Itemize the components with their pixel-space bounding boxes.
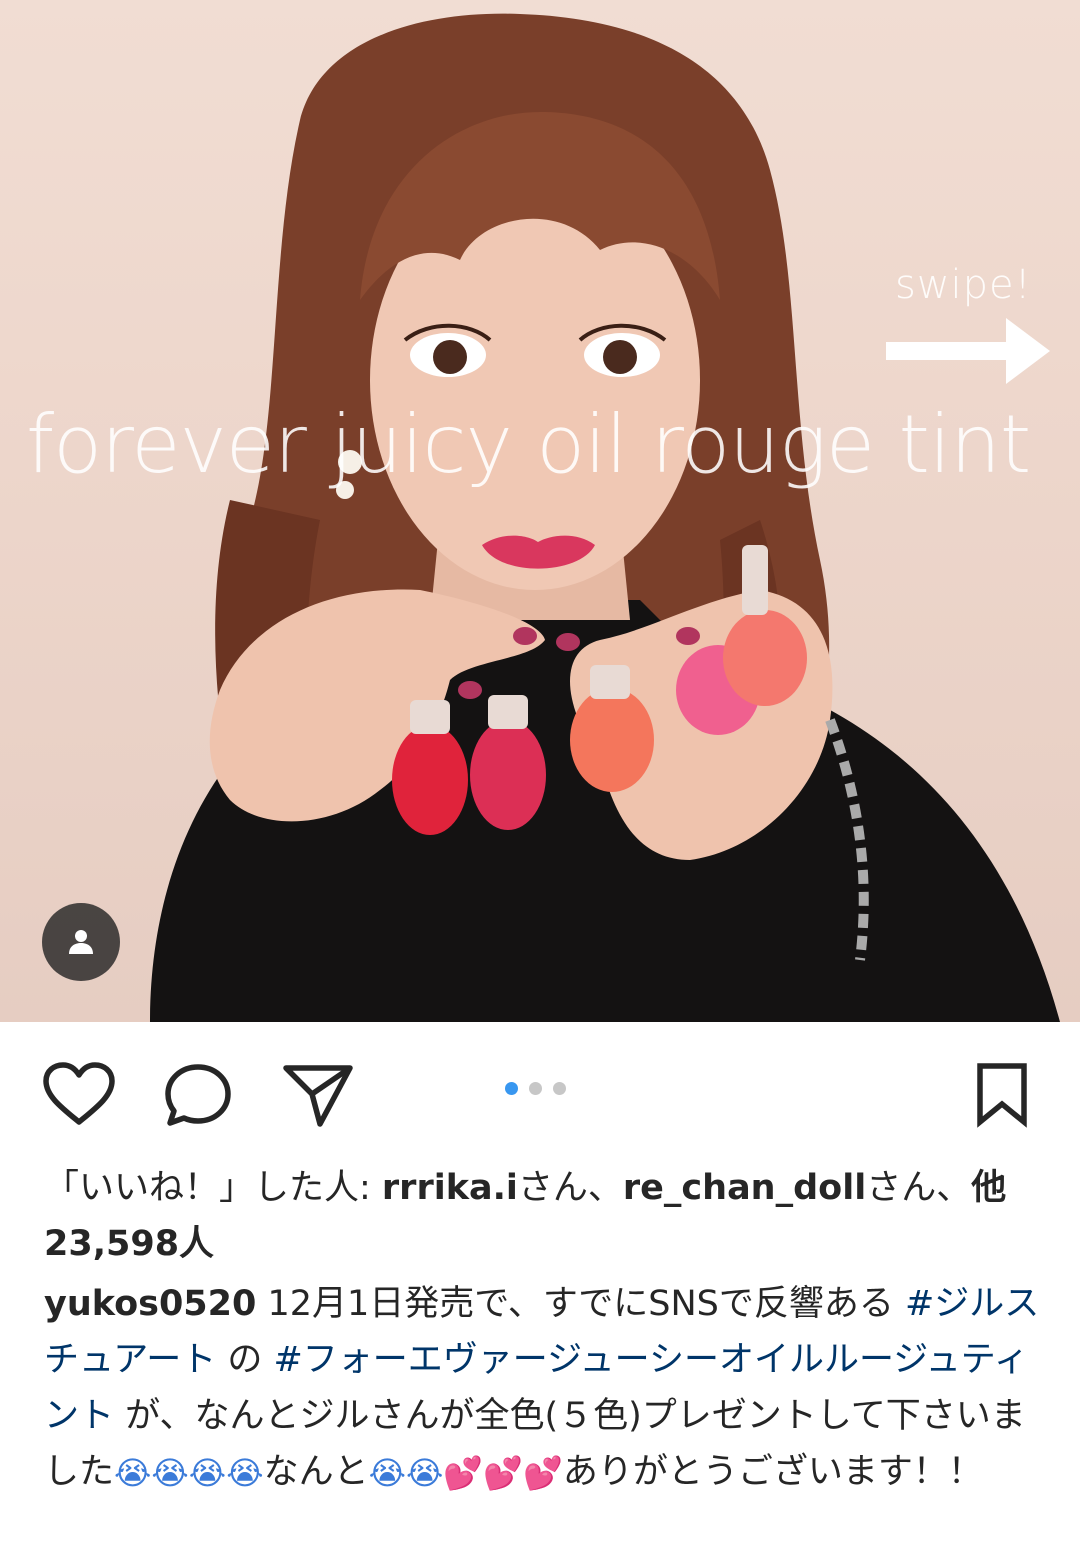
post-image[interactable]: forever juicy oil rouge tint swipe! [0,0,1080,1022]
post-photo-illustration [150,13,1060,1022]
crying-face-emoji: 😭 [151,1454,189,1492]
two-hearts-emoji: 💕 [443,1454,484,1492]
image-overlay-swipe-text: swipe! [895,262,1032,308]
carousel-dot [553,1082,566,1095]
likes-prefix: 「いいね！」した人: [44,1168,382,1208]
comment-bubble-icon[interactable] [163,1062,233,1128]
carousel-indicator [505,1082,566,1095]
user-tag-button[interactable] [42,903,120,981]
caption-text: ありがとうございます！！ [562,1452,983,1492]
caption-text: 12月1日発売で、すでにSNSで反響ある [256,1284,905,1324]
caption-text: なんと [263,1452,369,1492]
crying-face-emoji: 😭 [188,1454,227,1492]
carousel-dot-active [505,1082,518,1095]
carousel-dot [529,1082,542,1095]
two-hearts-emoji: 💕 [523,1454,563,1492]
caption-username-link[interactable]: yukos0520 [44,1284,256,1324]
paper-plane-icon[interactable] [282,1062,354,1128]
image-overlay-title: forever juicy oil rouge tint [26,398,1031,491]
crying-face-emoji: 😭 [114,1454,152,1492]
crying-face-emoji: 😭 [368,1454,406,1492]
likes-summary: 「いいね！」した人: rrrika.iさん、re_chan_dollさん、他23… [44,1160,1034,1272]
right-arrow-icon [886,318,1050,384]
liker-username-link[interactable]: re_chan_doll [623,1168,866,1208]
likes-separator: さん、 [866,1168,972,1208]
user-tag-icon [69,930,93,954]
heart-icon[interactable] [42,1062,116,1126]
crying-face-emoji: 😭 [226,1454,264,1492]
two-hearts-emoji: 💕 [483,1454,524,1492]
likes-separator: さん、 [517,1168,623,1208]
caption-text: の [216,1340,274,1380]
crying-face-emoji: 😭 [405,1454,444,1492]
post-caption: yukos0520 12月1日発売で、すでにSNSで反響ある #ジルスチュアート… [44,1276,1044,1500]
bookmark-icon[interactable] [976,1062,1028,1128]
liker-username-link[interactable]: rrrika.i [382,1168,518,1208]
